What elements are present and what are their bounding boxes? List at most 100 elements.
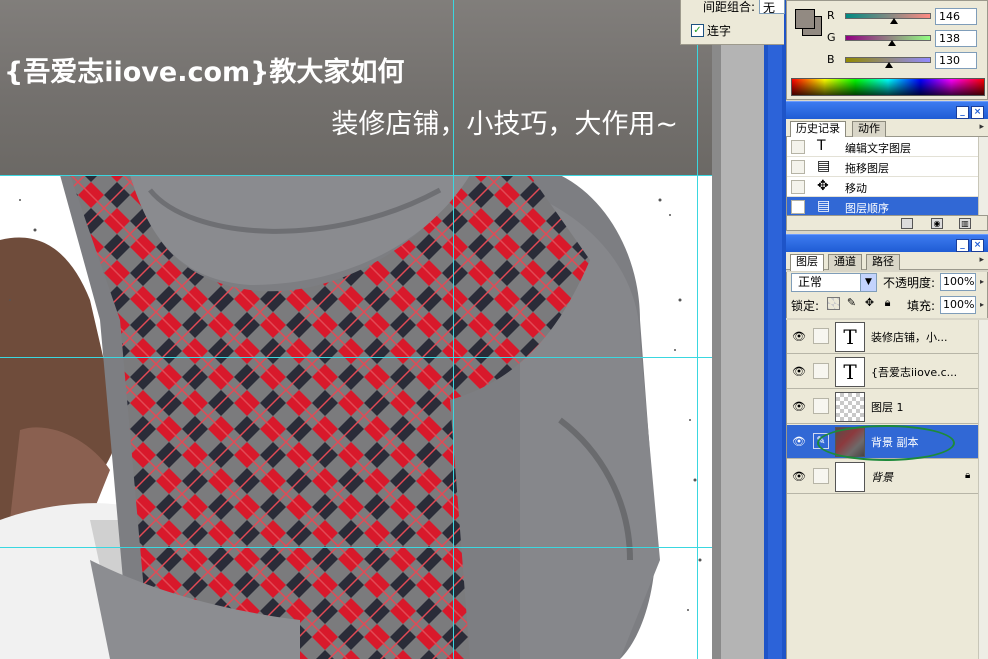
- layer-row[interactable]: 👁︎ 图层 1: [787, 390, 979, 424]
- green-channel-label: G: [827, 31, 836, 44]
- green-slider-thumb[interactable]: [887, 40, 896, 46]
- text-layer-thumbnail-icon: T: [835, 357, 865, 387]
- tab-layers[interactable]: 图层: [790, 254, 824, 271]
- eye-icon[interactable]: 👁︎: [791, 434, 807, 450]
- window-border: [764, 0, 786, 659]
- minimize-icon[interactable]: _: [956, 106, 969, 119]
- tab-paths[interactable]: 路径: [866, 254, 900, 270]
- layer-link-box[interactable]: [813, 328, 829, 344]
- eye-icon[interactable]: 👁︎: [791, 364, 807, 380]
- background-layer-thumbnail: [835, 462, 865, 492]
- horizontal-guide[interactable]: [0, 357, 712, 358]
- layer-link-box[interactable]: [813, 398, 829, 414]
- drag-layer-icon: ▤: [817, 158, 831, 174]
- blend-mode-value: 正常: [798, 275, 823, 289]
- red-channel-label: R: [827, 9, 835, 22]
- trash-icon[interactable]: ▥: [959, 218, 971, 229]
- red-slider-thumb[interactable]: [890, 18, 899, 24]
- lock-paint-icon[interactable]: ✎: [845, 297, 858, 310]
- tab-history[interactable]: 历史记录: [790, 121, 846, 138]
- red-value-input[interactable]: 146: [935, 8, 977, 25]
- annotation-ellipse: [817, 425, 955, 461]
- close-icon[interactable]: ×: [971, 239, 984, 252]
- fill-arrow-icon[interactable]: ▸: [980, 296, 987, 314]
- transparent-layer-thumbnail: [835, 392, 865, 422]
- history-snapshot-box[interactable]: [791, 160, 805, 174]
- ligature-label: 连字: [707, 24, 732, 38]
- tab-actions[interactable]: 动作: [852, 121, 886, 137]
- snapshot-camera-icon[interactable]: ◉: [931, 218, 943, 229]
- red-slider-track[interactable]: [845, 13, 931, 19]
- spacing-label: 间距组合:: [703, 0, 756, 14]
- blue-value-input[interactable]: 130: [935, 52, 977, 69]
- spacing-select[interactable]: 无: [759, 0, 785, 15]
- layers-panel-titlebar[interactable]: _ ×: [786, 234, 988, 252]
- panel-dock: R 146 G 138 B 130 _ × 历史记录 动作 ▸ T 编辑文字图层…: [786, 0, 988, 659]
- layer-row[interactable]: 👁︎ T 装修店铺，小...: [787, 320, 979, 354]
- document-canvas[interactable]: {吾爱志iiove.com}教大家如何 装修店铺，小技巧，大作用~: [0, 0, 712, 659]
- vertical-guide[interactable]: [453, 0, 454, 659]
- history-snapshot-box[interactable]: [791, 180, 805, 194]
- history-item[interactable]: ✥ 移动: [787, 177, 979, 197]
- layer-row[interactable]: 👁︎ T {吾爱志iiove.c...: [787, 355, 979, 389]
- blend-mode-select[interactable]: 正常 ▼: [791, 273, 877, 292]
- opacity-input[interactable]: 100%: [940, 273, 976, 291]
- layers-list: 👁︎ T 装修店铺，小... 👁︎ T {吾爱志iiove.c... 👁︎ 图层…: [786, 320, 979, 659]
- history-list: T 编辑文字图层 ▤ 拖移图层 ✥ 移动 ▤ 图层顺序: [786, 137, 988, 217]
- minimize-icon[interactable]: _: [956, 239, 969, 252]
- layer-link-box[interactable]: [813, 468, 829, 484]
- opacity-arrow-icon[interactable]: ▸: [980, 273, 987, 291]
- layer-name: 装修店铺，小...: [871, 331, 948, 344]
- layer-row[interactable]: 👁︎ 背景 🔒︎: [787, 460, 979, 494]
- history-item[interactable]: T 编辑文字图层: [787, 137, 979, 157]
- blue-slider-thumb[interactable]: [884, 62, 893, 68]
- eye-icon[interactable]: 👁︎: [791, 469, 807, 485]
- panel-menu-arrow-icon[interactable]: ▸: [979, 122, 984, 132]
- green-channel-row: G 138: [827, 30, 987, 48]
- history-item-label: 编辑文字图层: [845, 142, 911, 155]
- blue-channel-label: B: [827, 53, 835, 66]
- green-value-input[interactable]: 138: [935, 30, 977, 47]
- history-snapshot-box[interactable]: [791, 200, 805, 214]
- layer-order-icon: ▤: [817, 198, 831, 214]
- layer-name: 背景: [871, 471, 893, 484]
- history-item[interactable]: ▤ 拖移图层: [787, 157, 979, 177]
- layer-link-box[interactable]: [813, 363, 829, 379]
- vertical-guide[interactable]: [697, 0, 698, 659]
- workspace-background: [712, 0, 764, 659]
- layers-panel-tabs: 图层 通道 路径 ▸: [786, 252, 988, 271]
- history-scrollbar[interactable]: [978, 137, 988, 215]
- lock-label: 锁定:: [791, 299, 820, 313]
- foreground-color-swatch[interactable]: [795, 9, 815, 29]
- lock-position-icon[interactable]: ✥: [863, 297, 876, 310]
- fill-label: 填充:: [907, 299, 936, 313]
- history-footer: ◉ ▥: [786, 215, 988, 231]
- move-icon: ✥: [817, 178, 829, 194]
- tab-channels[interactable]: 通道: [828, 254, 862, 270]
- new-document-icon[interactable]: [901, 218, 913, 229]
- history-item-selected[interactable]: ▤ 图层顺序: [787, 197, 979, 217]
- chevron-down-icon[interactable]: ▼: [860, 274, 876, 291]
- history-panel-titlebar[interactable]: _ ×: [786, 101, 988, 119]
- opacity-label: 不透明度:: [883, 276, 936, 290]
- text-layer-thumbnail-icon: T: [835, 322, 865, 352]
- history-snapshot-box[interactable]: [791, 140, 805, 154]
- panel-menu-arrow-icon[interactable]: ▸: [979, 255, 984, 265]
- fill-input[interactable]: 100%: [940, 296, 976, 314]
- banner-subtitle-text: 装修店铺，小技巧，大作用~: [331, 109, 678, 140]
- eye-icon[interactable]: 👁︎: [791, 399, 807, 415]
- color-spectrum-bar[interactable]: [791, 78, 985, 96]
- lock-icon: 🔒︎: [965, 470, 971, 481]
- history-item-label: 图层顺序: [845, 202, 889, 215]
- ligature-checkbox[interactable]: ✓: [691, 24, 704, 37]
- eye-icon[interactable]: 👁︎: [791, 329, 807, 345]
- layer-name: 图层 1: [871, 401, 904, 414]
- color-panel: R 146 G 138 B 130: [786, 0, 988, 100]
- lock-all-icon[interactable]: 🔒︎: [881, 297, 894, 310]
- close-icon[interactable]: ×: [971, 106, 984, 119]
- history-item-label: 拖移图层: [845, 162, 889, 175]
- lock-transparency-icon[interactable]: [827, 297, 840, 310]
- horizontal-guide[interactable]: [0, 175, 712, 176]
- layers-scrollbar[interactable]: [978, 320, 988, 659]
- horizontal-guide[interactable]: [0, 547, 712, 548]
